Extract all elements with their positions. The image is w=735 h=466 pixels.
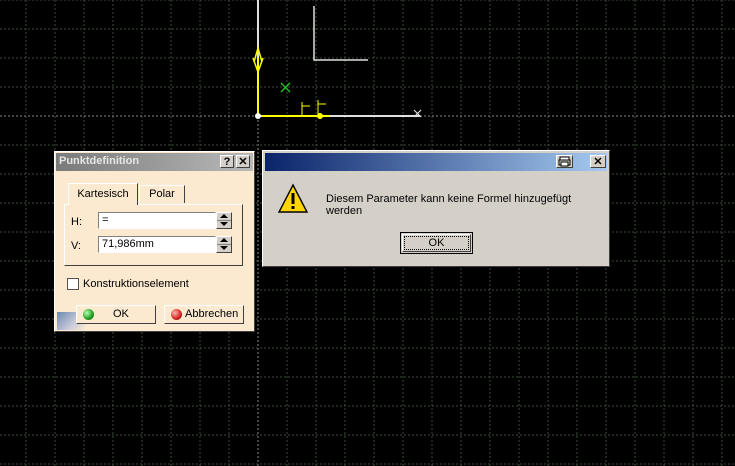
warning-icon <box>277 183 309 213</box>
h-label: H: <box>71 216 82 228</box>
ok-label: OK <box>113 308 129 320</box>
sketch-geometry <box>252 0 422 119</box>
v-label: V: <box>71 240 81 252</box>
red-dot-icon <box>171 309 182 320</box>
konstruktionselement-checkbox[interactable] <box>67 278 79 290</box>
print-icon[interactable] <box>556 155 573 168</box>
close-button[interactable]: ✕ <box>236 155 250 168</box>
punkt-title: Punktdefinition <box>59 155 140 167</box>
spin-up-icon[interactable] <box>220 238 228 242</box>
help-button[interactable]: ? <box>220 155 234 168</box>
spin-down-icon[interactable] <box>220 222 228 226</box>
v-input[interactable]: 71,986mm <box>98 236 216 253</box>
tab-polar[interactable]: Polar <box>139 185 185 203</box>
ok-button[interactable]: OK <box>76 305 156 324</box>
message-ok-button[interactable]: OK <box>400 232 473 254</box>
h-input[interactable]: = <box>98 212 216 229</box>
tab-panel-kartesisch: H: = V: 71,986mm <box>64 204 243 266</box>
message-titlebar[interactable]: ✕ <box>265 153 607 171</box>
message-text: Diesem Parameter kann keine Formel hinzu… <box>326 193 572 217</box>
cancel-label: Abbrechen <box>185 308 239 320</box>
message-box: ✕ Diesem Parameter kann keine Formel hin… <box>262 150 610 267</box>
spin-up-icon[interactable] <box>220 214 228 218</box>
tab-kartesisch[interactable]: Kartesisch <box>68 183 138 205</box>
punktdefinition-dialog: Punktdefinition ? ✕ Kartesisch Polar H: … <box>54 151 255 332</box>
close-button[interactable]: ✕ <box>590 155 606 168</box>
green-dot-icon <box>83 309 94 320</box>
spin-down-icon[interactable] <box>220 246 228 250</box>
h-spinner[interactable] <box>216 212 232 229</box>
konstruktionselement-label: Konstruktionselement <box>83 278 189 290</box>
punkt-titlebar[interactable]: Punktdefinition ? ✕ <box>56 153 253 171</box>
v-spinner[interactable] <box>216 236 232 253</box>
cancel-button[interactable]: Abbrechen <box>164 305 244 324</box>
